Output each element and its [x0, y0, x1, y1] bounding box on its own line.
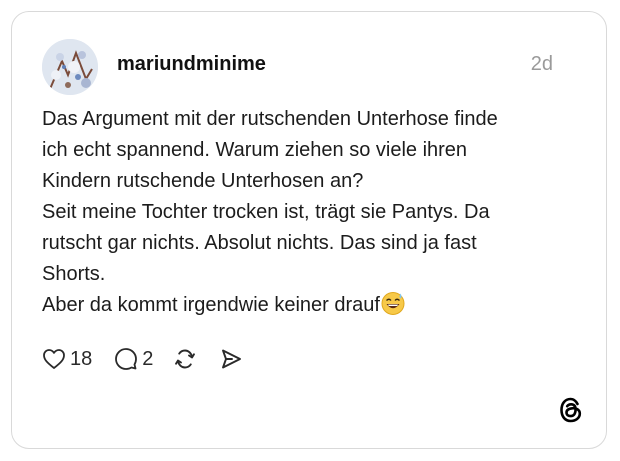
post-line: Aber da kommt irgendwie keiner drauf [42, 294, 380, 316]
post-actions: 18 2 [42, 345, 243, 373]
grinning-sweat-emoji-icon [381, 291, 405, 325]
post-text: Das Argument mit der rutschenden Unterho… [42, 104, 582, 325]
post-timestamp: 2d [530, 53, 553, 75]
post-line: Seit meine Tochter trocken ist, trägt si… [42, 201, 490, 223]
repost-button[interactable] [173, 347, 197, 371]
like-button[interactable]: 18 [42, 347, 92, 371]
post-line: Das Argument mit der rutschenden Unterho… [42, 108, 498, 130]
repost-icon [173, 347, 197, 371]
post-line: rutscht gar nichts. Absolut nichts. Das … [42, 232, 477, 254]
post-line: Shorts. [42, 263, 106, 285]
username[interactable]: mariundminime [117, 52, 266, 76]
avatar-image [42, 39, 98, 95]
comment-bubble-icon [114, 347, 138, 371]
threads-logo-icon [558, 396, 584, 424]
post-line: ich echt spannend. Warum ziehen so viele… [42, 139, 468, 161]
reply-count: 2 [142, 348, 154, 370]
post-line: Kindern rutschende Unterhosen an? [42, 170, 364, 192]
avatar[interactable] [42, 39, 98, 95]
heart-icon [42, 348, 66, 370]
share-button[interactable] [219, 347, 243, 371]
post-card: mariundminime 2d Das Argument mit der ru… [11, 11, 607, 449]
like-count: 18 [70, 348, 93, 370]
reply-button[interactable]: 2 [114, 347, 153, 371]
post-last-line: Aber da kommt irgendwie keiner drauf [42, 290, 582, 325]
send-icon [219, 347, 243, 371]
